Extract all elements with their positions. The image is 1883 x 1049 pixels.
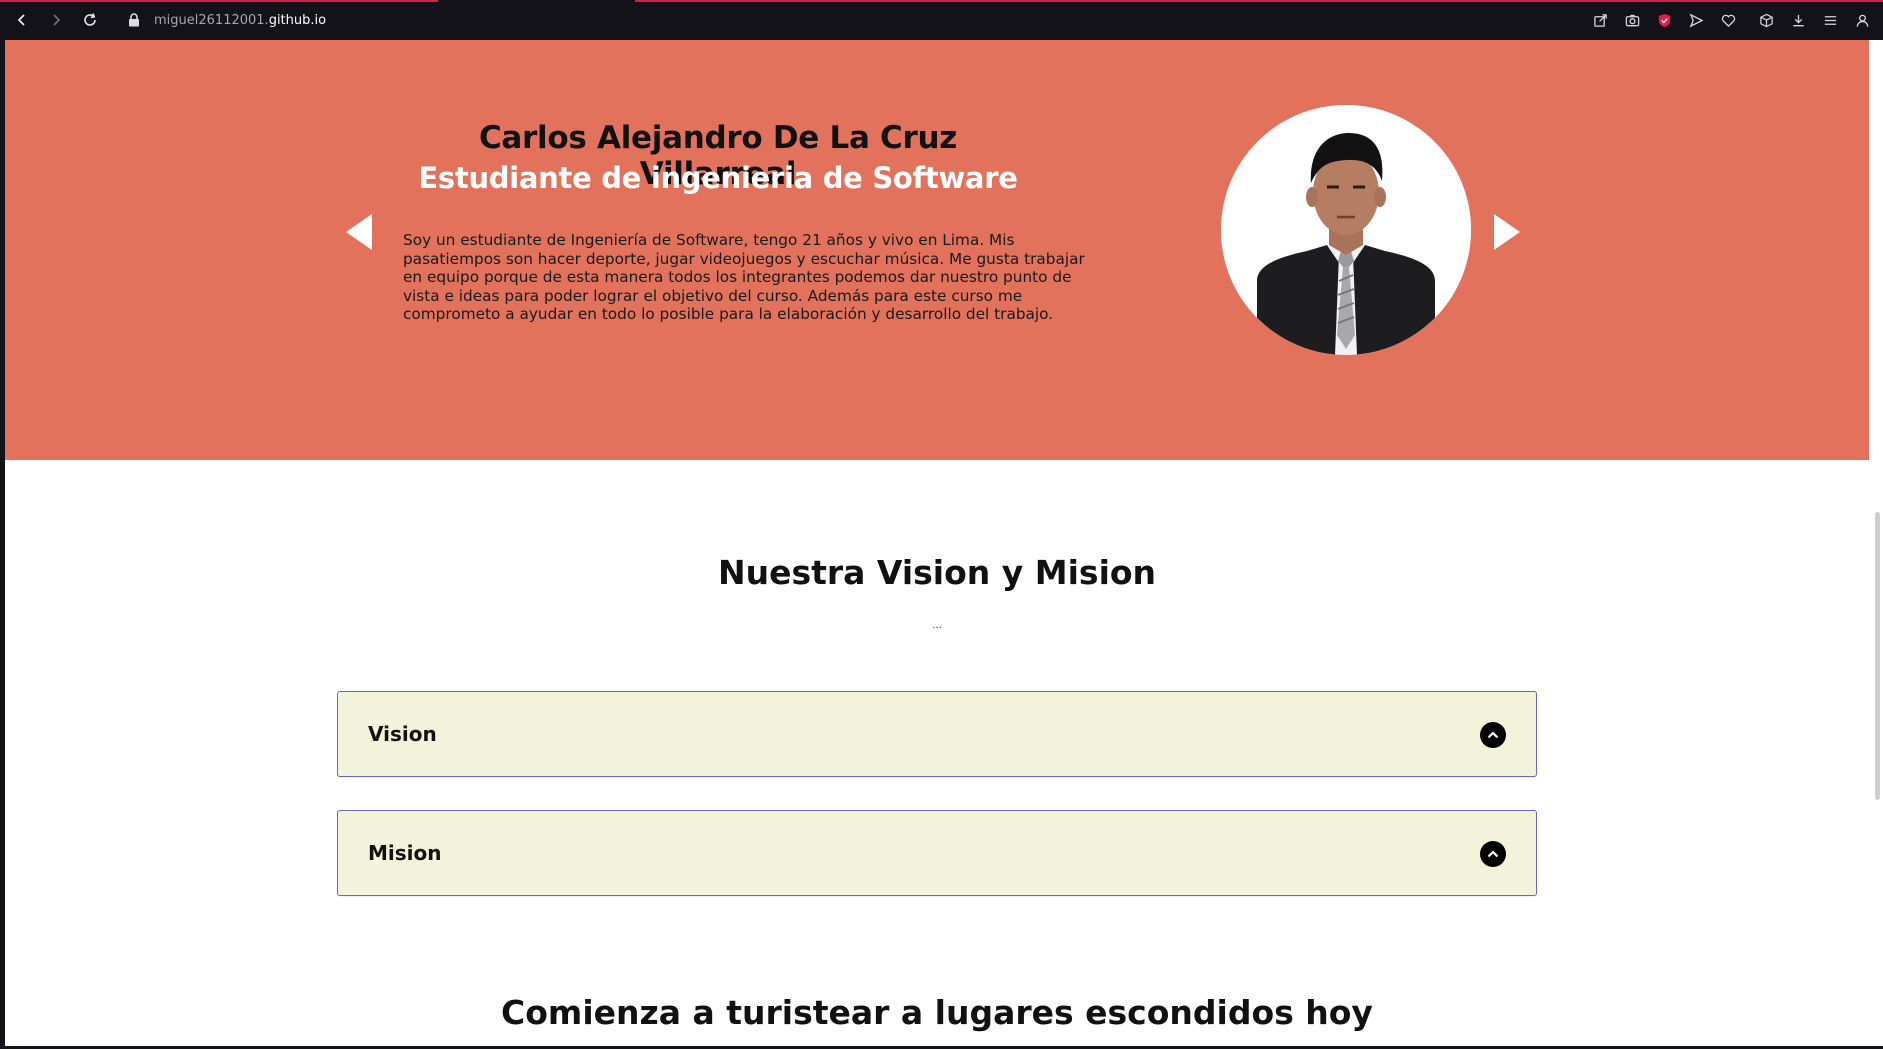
triangle-right-icon [1494, 214, 1520, 250]
cube-icon [1759, 13, 1773, 27]
shield-icon [1658, 13, 1670, 27]
user-icon [1856, 14, 1868, 27]
chevron-up-circle-icon [1487, 731, 1499, 739]
accordion-vision-toggle[interactable] [1480, 722, 1506, 748]
arrow-left-icon [17, 14, 25, 26]
accordion-mision[interactable]: Mision [337, 810, 1537, 896]
menu-button[interactable] [1819, 9, 1841, 31]
profile-role: Estudiante de ingenieria de Software [418, 161, 1018, 195]
menu-icon [1824, 15, 1836, 25]
scrollbar-thumb[interactable] [1875, 512, 1880, 800]
extensions-button[interactable] [1755, 9, 1777, 31]
profile-button[interactable] [1851, 9, 1873, 31]
accordion-vision[interactable]: Vision [337, 691, 1537, 777]
back-button[interactable] [10, 8, 34, 32]
tab-indicator [635, 0, 1883, 2]
person-photo-icon [1221, 105, 1471, 355]
url-host: miguel26112001. [154, 12, 269, 28]
accordion-mision-label: Mision [368, 841, 442, 865]
accordion-mision-toggle[interactable] [1480, 841, 1506, 867]
url-domain: github.io [268, 12, 327, 28]
vision-mision-subtitle: ... [932, 620, 942, 631]
heart-icon [1721, 14, 1735, 27]
profile-description: Soy un estudiante de Ingeniería de Softw… [403, 231, 1085, 323]
carousel-prev-button[interactable] [343, 212, 375, 252]
arrow-right-icon [53, 14, 61, 26]
profile-photo [1221, 105, 1471, 355]
accordion-vision-label: Vision [368, 722, 437, 746]
tab-indicator [0, 0, 438, 2]
send-icon [1689, 12, 1704, 28]
favorite-button[interactable] [1717, 9, 1739, 31]
send-button[interactable] [1685, 9, 1707, 31]
address-bar[interactable]: miguel26112001.github.io [128, 8, 326, 32]
browser-tools [1589, 8, 1883, 32]
lock-icon [129, 13, 139, 27]
reload-button[interactable] [78, 8, 102, 32]
forward-button[interactable] [44, 8, 68, 32]
download-icon [1792, 14, 1804, 26]
chevron-up-circle-icon [1487, 850, 1499, 858]
share-button[interactable] [1589, 9, 1611, 31]
carousel-next-button[interactable] [1491, 212, 1523, 252]
triangle-left-icon [346, 214, 372, 250]
adblock-button[interactable] [1653, 9, 1675, 31]
profile-carousel: Carlos Alejandro De La Cruz Villarreal E… [5, 40, 1869, 460]
url-text[interactable]: miguel26112001.github.io [154, 13, 326, 28]
download-button[interactable] [1787, 9, 1809, 31]
screenshot-button[interactable] [1621, 9, 1643, 31]
browser-toolbar: miguel26112001.github.io [0, 0, 1883, 40]
share-icon [1593, 13, 1607, 27]
camera-icon [1625, 14, 1639, 26]
vision-mision-title: Nuestra Vision y Mision [717, 553, 1157, 592]
turismo-section-title: Comienza a turistear a lugares escondido… [501, 993, 1373, 1032]
reload-icon [84, 13, 96, 26]
